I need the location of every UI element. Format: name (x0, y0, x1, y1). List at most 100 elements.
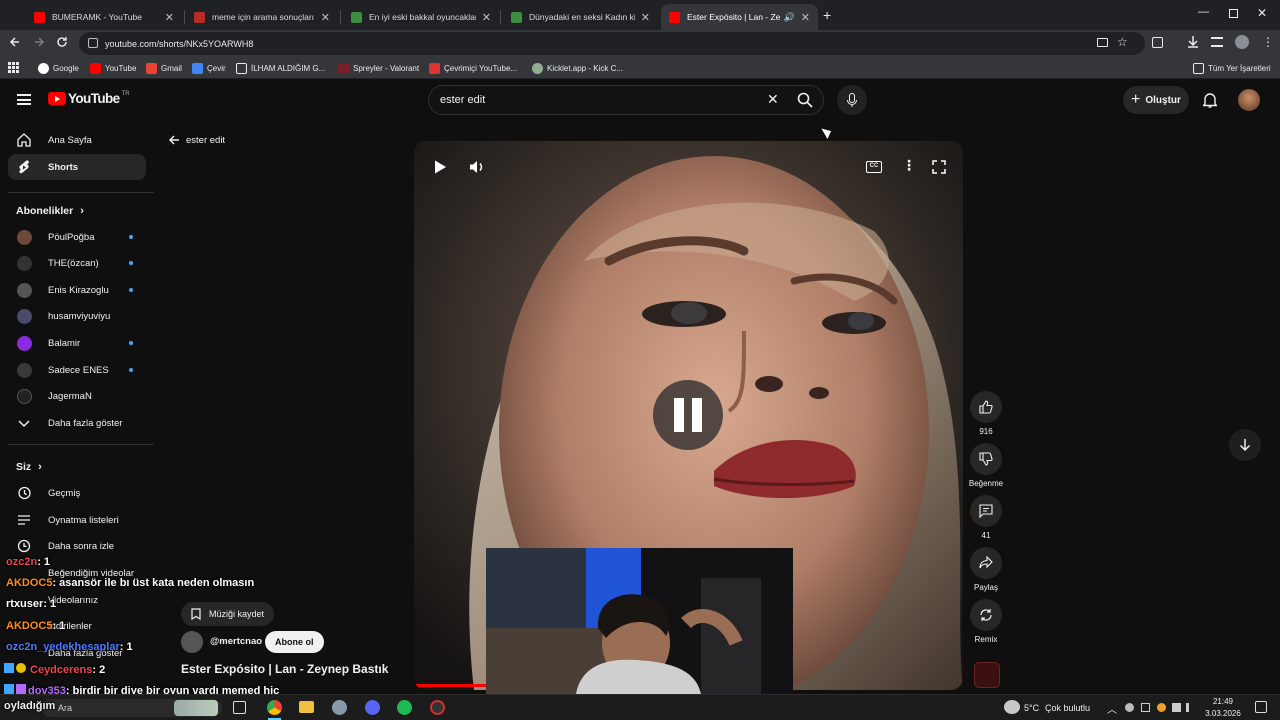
app-icon[interactable] (332, 700, 347, 715)
restore-icon[interactable] (1229, 9, 1238, 18)
volume-tray-icon[interactable] (1186, 703, 1196, 712)
user-avatar[interactable] (1238, 89, 1260, 111)
share-button[interactable] (970, 547, 1002, 579)
task-view-icon[interactable] (233, 701, 246, 714)
clear-search-icon[interactable]: ✕ (767, 91, 779, 108)
bookmark-translate[interactable]: Çevir (192, 61, 226, 75)
all-bookmarks[interactable]: Tüm Yer İşaretleri (1193, 61, 1271, 75)
sidebar-show-more-subs[interactable]: Daha fazla göster (8, 410, 146, 436)
sidebar-item-history[interactable]: Geçmiş (8, 480, 146, 506)
comments-button[interactable] (970, 495, 1002, 527)
close-tab-icon[interactable]: ✕ (482, 11, 491, 24)
sidebar-item-subscription[interactable]: THE(özcan) (8, 250, 146, 276)
close-tab-icon[interactable]: ✕ (641, 11, 650, 24)
remix-button[interactable] (970, 599, 1002, 631)
close-tab-icon[interactable]: ✕ (801, 11, 810, 24)
tray-icon[interactable] (1141, 703, 1150, 712)
menu-kebab-icon[interactable]: ⋮ (1262, 35, 1274, 49)
voice-search-icon[interactable] (837, 85, 867, 115)
you-heading[interactable]: Siz › (16, 461, 42, 473)
sidebar-item-subscription[interactable]: Balamir (8, 330, 146, 356)
dislike-button[interactable] (970, 443, 1002, 475)
sidebar-item-shorts[interactable]: Shorts (8, 154, 146, 180)
like-button[interactable] (970, 391, 1002, 423)
clock-date[interactable]: 3.03.2026 (1200, 709, 1246, 718)
tray-icon[interactable] (1125, 703, 1134, 712)
volume-icon[interactable] (469, 159, 485, 175)
browser-tab-active[interactable]: Ester Expósito | Lan - Zeyne 🔊 ✕ (661, 4, 818, 30)
new-tab-icon[interactable]: + (823, 7, 831, 23)
bookmark-gmail[interactable]: Gmail (146, 61, 182, 75)
create-button[interactable]: + Oluştur (1123, 86, 1189, 114)
browser-tab[interactable]: BUMERAMK - YouTube ✕ (26, 4, 182, 30)
video-progress-bar[interactable] (414, 684, 486, 687)
file-explorer-icon[interactable] (299, 701, 314, 713)
save-music-button[interactable]: Müziği kaydet (181, 602, 275, 626)
extensions-icon[interactable] (1152, 37, 1163, 48)
sidebar-item-subscription[interactable]: husamviyuviyu (8, 303, 146, 329)
profile-avatar[interactable] (1235, 35, 1249, 49)
weather-temp[interactable]: 5°C (1024, 703, 1039, 713)
channel-avatar[interactable] (181, 631, 203, 653)
close-tab-icon[interactable]: ✕ (165, 11, 174, 24)
next-short-button[interactable] (1229, 429, 1261, 461)
install-app-icon[interactable] (1097, 38, 1108, 47)
sidebar-item-subscription[interactable]: JagermaN (8, 383, 146, 409)
close-window-icon[interactable]: ✕ (1257, 6, 1267, 20)
bookmark-youtube-online[interactable]: Çevrimiçi YouTube... (429, 61, 517, 75)
bookmark-kicklet[interactable]: Kicklet.app - Kick C... (532, 61, 623, 75)
captions-icon[interactable]: CC (866, 161, 882, 173)
notifications-bell-icon[interactable] (1203, 92, 1217, 108)
chevron-up-icon[interactable]: ︿ (1107, 701, 1117, 716)
tray-icon[interactable] (1157, 703, 1166, 712)
short-title[interactable]: Ester Expósito | Lan - Zeynep Bastık (181, 662, 388, 676)
search-input[interactable]: ester edit ✕ (428, 85, 824, 115)
weather-text[interactable]: Çok bulutlu (1045, 703, 1090, 713)
site-info-icon[interactable] (88, 38, 98, 48)
youtube-logo[interactable]: YouTube TR (48, 91, 130, 106)
sidebar-item-playlists[interactable]: Oynatma listeleri (8, 507, 146, 533)
hamburger-menu-icon[interactable] (17, 94, 31, 105)
pause-icon[interactable] (653, 380, 723, 450)
bookmark-star-icon[interactable]: ☆ (1117, 35, 1128, 49)
channel-name[interactable]: @mertcnao (210, 636, 262, 647)
browser-tab[interactable]: Dünyadaki en seksi Kadın kim - ✕ (503, 4, 658, 30)
close-tab-icon[interactable]: ✕ (321, 11, 330, 24)
sidebar-item-subscription[interactable]: Enis Kirazoglu (8, 277, 146, 303)
back-icon[interactable] (9, 36, 21, 48)
sidebar-item-subscription[interactable]: Sadece ENES (8, 357, 146, 383)
search-icon[interactable] (797, 92, 813, 108)
sound-thumbnail[interactable] (974, 662, 1000, 688)
forward-icon[interactable] (33, 36, 45, 48)
bookmark-youtube[interactable]: YouTube (90, 61, 136, 75)
media-control-icon[interactable] (1211, 37, 1223, 47)
url-field[interactable]: youtube.com/shorts/NKx5YOARWH8 ☆ (79, 32, 1145, 55)
browser-tab[interactable]: En iyi eski bakkal oyuncakları - ✕ (343, 4, 499, 30)
download-icon[interactable] (1187, 35, 1199, 49)
wifi-icon[interactable] (1172, 703, 1181, 712)
bookmark-google[interactable]: Google (38, 61, 79, 75)
fullscreen-icon[interactable] (932, 160, 946, 174)
bookmark-valorant[interactable]: Spreyler - Valorant (338, 61, 419, 75)
discord-icon[interactable] (365, 700, 380, 715)
reload-icon[interactable] (56, 36, 68, 48)
browser-tab[interactable]: meme için arama sonuçları - Q ✕ (186, 4, 338, 30)
play-icon[interactable] (432, 159, 448, 175)
spotify-icon[interactable] (397, 700, 412, 715)
weather-cloud-icon[interactable] (1004, 700, 1020, 714)
notification-center-icon[interactable] (1255, 701, 1267, 713)
subscriptions-heading[interactable]: Abonelikler › (16, 205, 84, 217)
taskbar-search-field[interactable]: Ara (42, 699, 222, 717)
bookmark-folder[interactable]: İLHAM ALDIĞIM G... (236, 61, 325, 75)
chrome-icon[interactable] (267, 700, 282, 715)
minimize-icon[interactable]: — (1198, 6, 1209, 18)
apps-grid-icon[interactable] (8, 62, 19, 73)
obs-icon[interactable] (430, 700, 445, 715)
sidebar-item-home[interactable]: Ana Sayfa (8, 127, 146, 153)
more-options-icon[interactable]: ⋮ (902, 157, 916, 174)
back-to-search-button[interactable]: ester edit (168, 134, 225, 146)
speaker-icon[interactable]: 🔊 (784, 12, 795, 23)
sidebar-item-subscription[interactable]: PöulPoğba (8, 224, 146, 250)
subscribe-button[interactable]: Abone ol (265, 631, 324, 653)
clock-time[interactable]: 21:49 (1200, 697, 1246, 706)
